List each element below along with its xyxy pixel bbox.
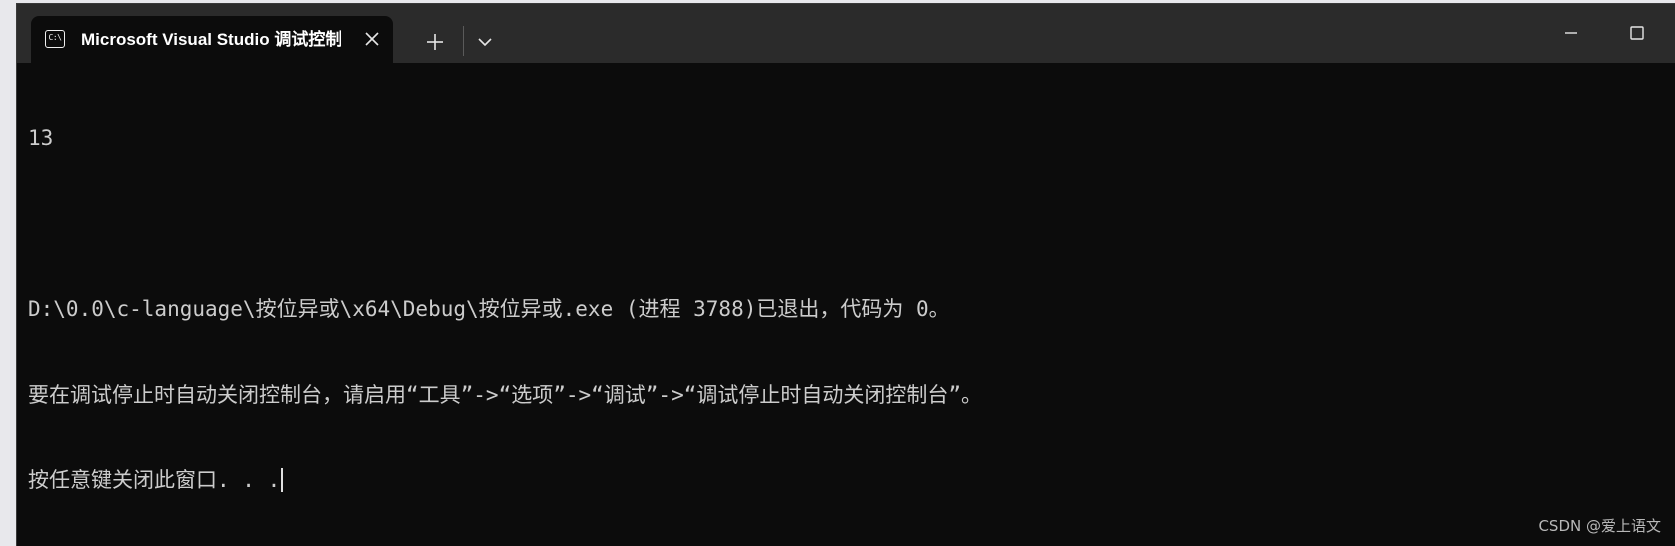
console-line: 要在调试停止时自动关闭控制台，请启用“工具”->“选项”->“调试”->“调试停… — [28, 382, 982, 407]
minimize-button[interactable] — [1549, 18, 1593, 48]
maximize-icon — [1630, 26, 1644, 40]
new-tab-button[interactable] — [419, 28, 451, 56]
maximize-button[interactable] — [1615, 18, 1659, 48]
console-prompt-text: 按任意键关闭此窗口. . . — [28, 468, 281, 492]
tab-debug-console[interactable]: C:\ Microsoft Visual Studio 调试控制台 — [31, 16, 393, 63]
text-cursor — [281, 468, 284, 492]
console-line: D:\0.0\c-language\按位异或\x64\Debug\按位异或.ex… — [28, 297, 950, 321]
close-tab-button[interactable] — [361, 28, 383, 50]
minimize-icon — [1565, 32, 1577, 34]
console-prompt-line: 按任意键关闭此窗口. . . — [28, 466, 1658, 495]
tab-title: Microsoft Visual Studio 调试控制台 — [81, 30, 341, 49]
watermark: CSDN @爱上语文 — [1538, 517, 1661, 535]
console-line: 13 — [28, 126, 54, 150]
tab-divider — [463, 26, 464, 56]
close-icon — [365, 32, 379, 46]
console-output[interactable]: 13 D:\0.0\c-language\按位异或\x64\Debug\按位异或… — [28, 67, 1658, 546]
title-bar[interactable]: C:\ Microsoft Visual Studio 调试控制台 — [17, 4, 1675, 63]
desktop: C:\ Microsoft Visual Studio 调试控制台 13 D:\… — [0, 0, 1675, 546]
tab-dropdown-button[interactable] — [469, 28, 501, 56]
plus-icon — [427, 34, 443, 50]
terminal-window: C:\ Microsoft Visual Studio 调试控制台 13 D:\… — [16, 3, 1675, 546]
console-icon: C:\ — [45, 30, 65, 48]
chevron-down-icon — [478, 38, 492, 47]
